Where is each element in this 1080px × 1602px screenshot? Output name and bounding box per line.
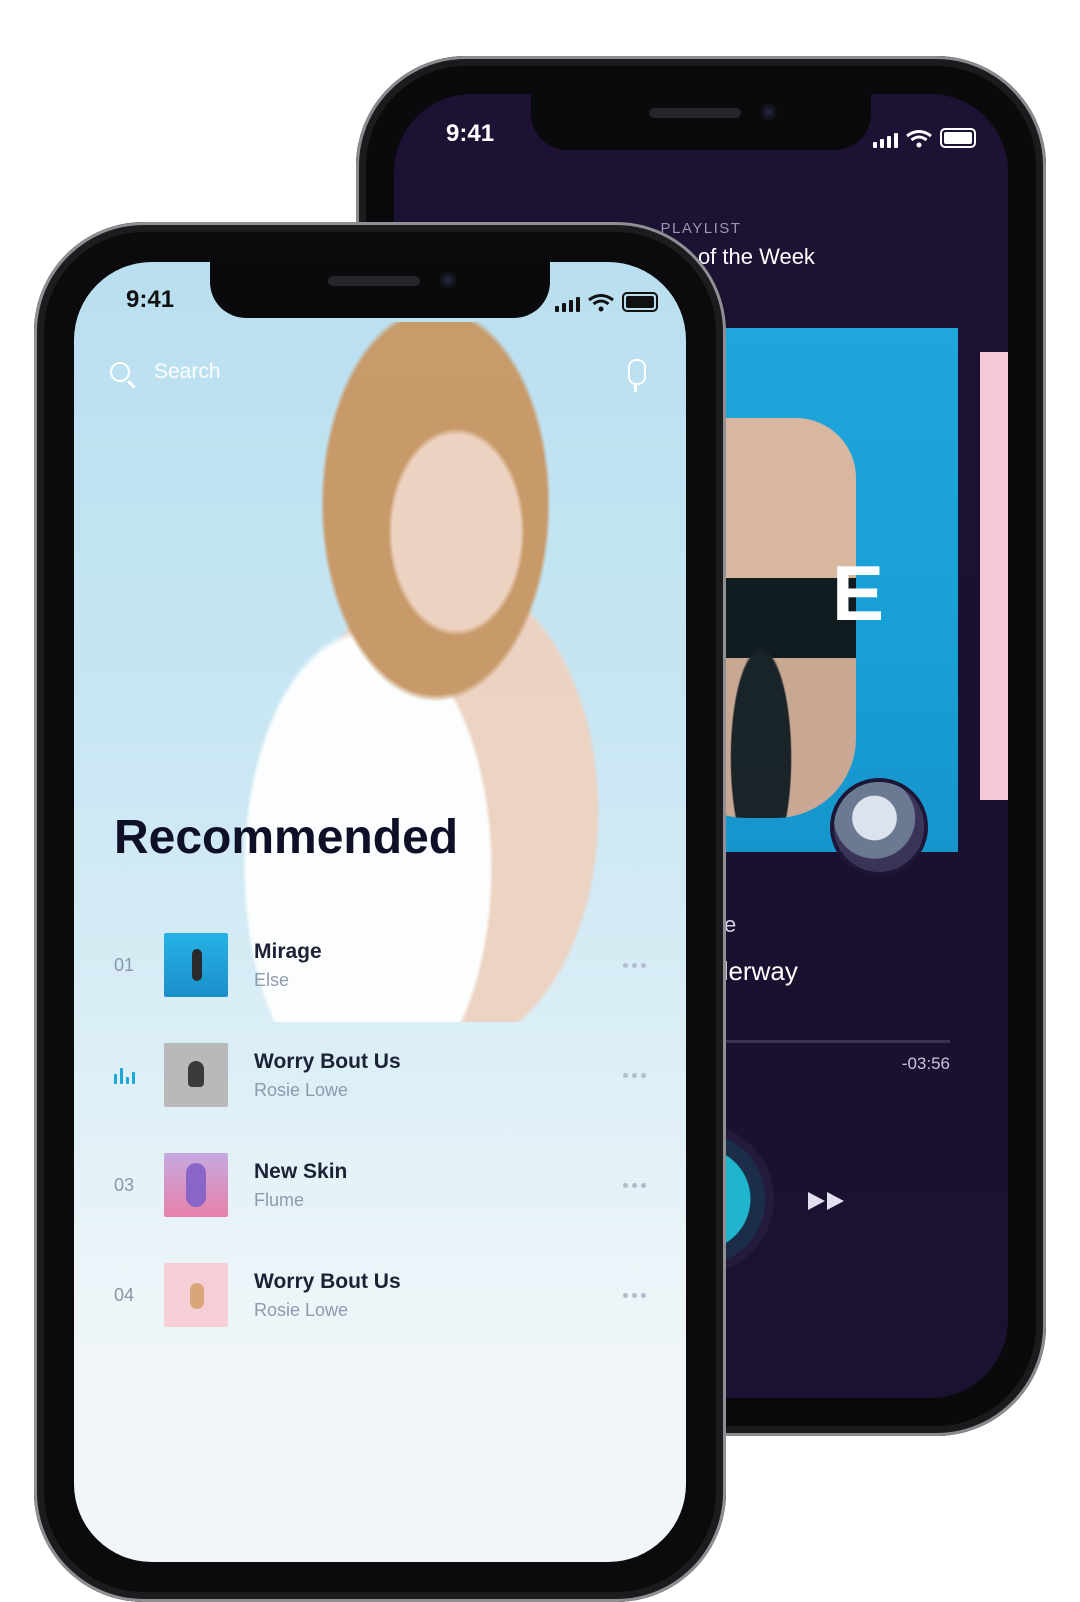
front-camera [761, 104, 777, 120]
track-info: Mirage Else [254, 940, 623, 991]
progress-slider[interactable] [724, 1040, 950, 1043]
wifi-icon [588, 294, 614, 312]
time-remaining: -03:56 [901, 1054, 950, 1073]
status-icons [873, 128, 976, 148]
speaker [649, 108, 741, 118]
track-artist: Else [254, 969, 290, 990]
home-screen: 9:41 Recommended 01 Mirage [74, 262, 686, 1562]
track-number: 01 [114, 954, 135, 975]
status-time: 9:41 [446, 120, 495, 147]
track-info: Worry Bout Us Rosie Lowe [254, 1270, 623, 1321]
track-info: Worry Bout Us Rosie Lowe [254, 1050, 623, 1101]
battery-icon [940, 128, 976, 148]
album-letter: E [832, 549, 885, 637]
fast-forward-icon[interactable] [806, 1190, 848, 1212]
more-options-icon[interactable] [623, 1072, 646, 1078]
status-icons [555, 292, 658, 312]
more-options-icon[interactable] [623, 962, 646, 968]
track-artist: Rosie Lowe [254, 1299, 349, 1320]
next-album-preview[interactable] [980, 352, 1008, 800]
search-bar[interactable] [110, 350, 650, 394]
track-number: 03 [114, 1174, 135, 1195]
track-title: New Skin [254, 1159, 348, 1183]
notch [210, 262, 550, 318]
track-info: New Skin Flume [254, 1160, 623, 1211]
cellular-signal-icon [555, 297, 580, 312]
list-item[interactable]: 03 New Skin Flume [114, 1130, 650, 1240]
track-artist: Flume [254, 1189, 305, 1210]
search-icon [110, 362, 130, 382]
more-options-icon[interactable] [623, 1292, 646, 1298]
cellular-signal-icon [873, 133, 898, 148]
track-title: Worry Bout Us [254, 1049, 401, 1073]
status-time: 9:41 [126, 286, 175, 313]
speaker [328, 276, 420, 286]
section-title: Recommended [114, 811, 459, 864]
album-thumbnail [164, 1043, 228, 1107]
track-number: 04 [114, 1284, 135, 1305]
now-playing-equalizer-icon [114, 1066, 164, 1084]
microphone-icon[interactable] [628, 359, 646, 392]
search-input[interactable] [152, 359, 628, 385]
battery-icon [622, 292, 658, 312]
track-title: Mirage [254, 939, 322, 963]
front-phone: 9:41 Recommended 01 Mirage [34, 222, 726, 1602]
now-playing-artist: derway [714, 956, 798, 986]
album-thumbnail [164, 933, 228, 997]
track-artist: Rosie Lowe [254, 1079, 349, 1100]
list-item[interactable]: 04 Worry Bout Us Rosie Lowe [114, 1240, 650, 1350]
notch [531, 94, 871, 150]
wifi-icon [906, 130, 932, 148]
album-thumbnail [164, 1153, 228, 1217]
album-thumbnail [164, 1263, 228, 1327]
artist-avatar[interactable] [834, 782, 924, 872]
more-options-icon[interactable] [623, 1182, 646, 1188]
track-list: 01 Mirage Else Worry Bout Us Rosie Lowe [114, 910, 650, 1350]
track-title: Worry Bout Us [254, 1269, 401, 1293]
list-item[interactable]: 01 Mirage Else [114, 910, 650, 1020]
list-item[interactable]: Worry Bout Us Rosie Lowe [114, 1020, 650, 1130]
front-camera [440, 272, 456, 288]
